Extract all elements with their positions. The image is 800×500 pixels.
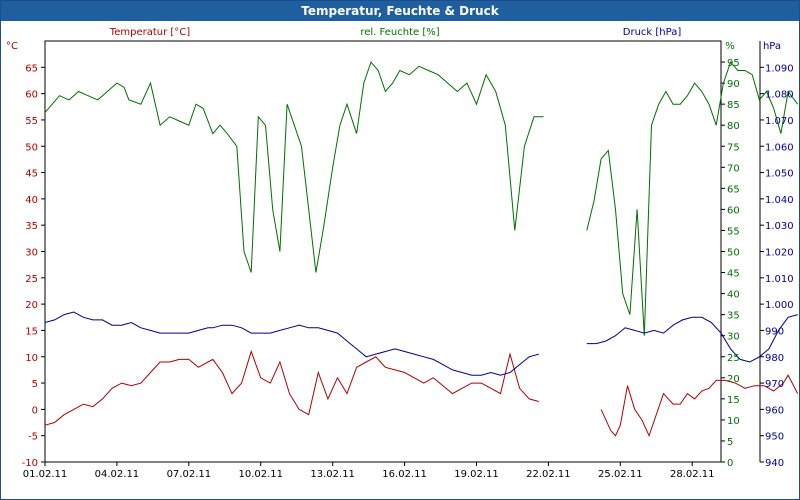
humidity-tick-label: 60 bbox=[727, 205, 740, 216]
temperature-tick-label: 0 bbox=[32, 405, 38, 416]
temperature-tick-label: 60 bbox=[25, 90, 38, 101]
pressure-tick-label: 940 bbox=[765, 458, 784, 469]
temperature-tick-label: 5 bbox=[32, 379, 38, 390]
x-tick-label: 13.02.11 bbox=[310, 469, 355, 480]
pressure-tick-label: 990 bbox=[765, 326, 784, 337]
x-tick-label: 10.02.11 bbox=[238, 469, 283, 480]
pressure-unit: hPa bbox=[763, 41, 781, 52]
humidity-tick-label: 95 bbox=[727, 58, 740, 69]
pressure-tick-label: 1.050 bbox=[765, 169, 794, 180]
humidity-tick-label: 85 bbox=[727, 100, 740, 111]
pressure-tick-label: 1.090 bbox=[765, 63, 794, 74]
temperature-tick-label: 50 bbox=[25, 142, 38, 153]
axes bbox=[41, 40, 764, 466]
pressure-tick-label: 1.070 bbox=[765, 116, 794, 127]
humidity-tick-label: 70 bbox=[727, 163, 740, 174]
humidity-tick-label: 10 bbox=[727, 416, 740, 427]
temperature-tick-label: 40 bbox=[25, 195, 38, 206]
temperature-tick-label: -10 bbox=[22, 458, 38, 469]
pressure-tick-label: 1.010 bbox=[765, 274, 794, 285]
humidity-tick-label: 75 bbox=[727, 142, 740, 153]
pressure-tick-label: 980 bbox=[765, 353, 784, 364]
temperature-tick-label: 20 bbox=[25, 300, 38, 311]
humidity-tick-label: 35 bbox=[727, 311, 740, 322]
temperature-tick-label: 10 bbox=[25, 353, 38, 364]
humidity-tick-label: 5 bbox=[727, 437, 733, 448]
x-tick-label: 16.02.11 bbox=[382, 469, 427, 480]
pressure-tick-label: 950 bbox=[765, 432, 784, 443]
pressure-tick-label: 970 bbox=[765, 379, 784, 390]
temperature-tick-label: 35 bbox=[25, 221, 38, 232]
series-label-temperature: Temperatur [°C] bbox=[109, 27, 190, 38]
humidity-tick-label: 50 bbox=[727, 248, 740, 259]
humidity-tick-label: 15 bbox=[727, 395, 740, 406]
pressure-tick-label: 1.000 bbox=[765, 300, 794, 311]
x-tick-label: 01.02.11 bbox=[23, 469, 68, 480]
humidity-tick-label: 30 bbox=[727, 332, 740, 343]
x-tick-label: 07.02.11 bbox=[167, 469, 212, 480]
humidity-tick-label: 90 bbox=[727, 79, 740, 90]
pressure-tick-label: 1.060 bbox=[765, 142, 794, 153]
pressure-tick-label: 960 bbox=[765, 405, 784, 416]
series-label-humidity: rel. Feuchte [%] bbox=[360, 27, 439, 38]
pressure-tick-label: 1.030 bbox=[765, 221, 794, 232]
x-tick-label: 04.02.11 bbox=[95, 469, 140, 480]
temperature-tick-label: 15 bbox=[25, 326, 38, 337]
humidity-tick-label: 20 bbox=[727, 374, 740, 385]
humidity-unit: % bbox=[725, 41, 735, 52]
x-tick-label: 25.02.11 bbox=[598, 469, 643, 480]
humidity-tick-label: 0 bbox=[727, 458, 733, 469]
temperature-unit: °C bbox=[6, 41, 18, 52]
series-label-pressure: Druck [hPa] bbox=[623, 27, 682, 38]
humidity-tick-label: 55 bbox=[727, 226, 740, 237]
humidity-tick-label: 80 bbox=[727, 121, 740, 132]
pressure-tick-label: 1.080 bbox=[765, 90, 794, 101]
chart-canvas: Temperatur [°C] rel. Feuchte [%] Druck [… bbox=[6, 27, 799, 480]
pressure-tick-label: 1.040 bbox=[765, 195, 794, 206]
temperature-tick-label: 30 bbox=[25, 248, 38, 259]
temperature-tick-label: 65 bbox=[25, 63, 38, 74]
temperature-tick-label: -5 bbox=[28, 432, 38, 443]
x-tick-label: 22.02.11 bbox=[526, 469, 571, 480]
humidity-tick-label: 25 bbox=[727, 353, 740, 364]
humidity-tick-label: 45 bbox=[727, 269, 740, 280]
temperature-tick-label: 25 bbox=[25, 274, 38, 285]
humidity-tick-label: 65 bbox=[727, 184, 740, 195]
x-tick-label: 28.02.11 bbox=[670, 469, 715, 480]
temperature-tick-label: 45 bbox=[25, 169, 38, 180]
x-tick-label: 19.02.11 bbox=[454, 469, 499, 480]
humidity-tick-label: 40 bbox=[727, 290, 740, 301]
temperature-tick-label: 55 bbox=[25, 116, 38, 127]
pressure-tick-label: 1.020 bbox=[765, 248, 794, 259]
